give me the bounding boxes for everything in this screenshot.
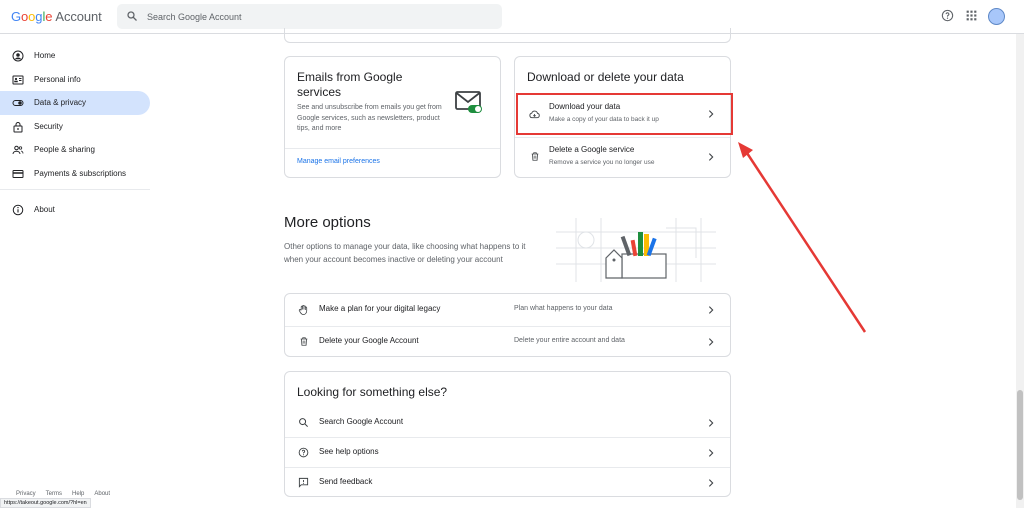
sidebar-item-label: Data & privacy bbox=[34, 98, 87, 108]
chevron-right-icon bbox=[708, 338, 714, 346]
lock-icon bbox=[13, 121, 23, 132]
emails-card: Emails from Google services See and unsu… bbox=[284, 56, 501, 178]
sidebar-divider bbox=[0, 189, 150, 190]
sidebar: Home Personal info Data & privacy Securi… bbox=[0, 44, 155, 222]
help-icon[interactable] bbox=[941, 9, 954, 22]
status-bar-url: https://takeout.google.com/?hl=en bbox=[0, 498, 91, 508]
download-delete-card-title: Download or delete your data bbox=[527, 70, 684, 84]
search-google-account-row[interactable]: Search Google Account bbox=[285, 408, 730, 437]
sidebar-item-label: Security bbox=[34, 121, 63, 131]
card-icon bbox=[12, 169, 24, 178]
avatar[interactable] bbox=[988, 8, 1005, 25]
sidebar-item-personal-info[interactable]: Personal info bbox=[0, 68, 150, 92]
hand-icon bbox=[298, 305, 308, 315]
footer-link-terms[interactable]: Terms bbox=[46, 491, 62, 497]
emails-card-description: See and unsubscribe from emails you get … bbox=[297, 104, 442, 132]
email-envelope-icon bbox=[455, 91, 482, 113]
sidebar-item-payments[interactable]: Payments & subscriptions bbox=[0, 162, 150, 186]
chevron-right-icon bbox=[708, 306, 714, 314]
looking-card-title: Looking for something else? bbox=[297, 385, 448, 399]
trash-icon bbox=[531, 152, 539, 161]
sidebar-item-label: Personal info bbox=[34, 74, 81, 84]
sidebar-item-home[interactable]: Home bbox=[0, 44, 150, 68]
digital-legacy-row[interactable]: Make a plan for your digital legacy Plan… bbox=[285, 294, 730, 325]
more-options-description: Other options to manage your data, like … bbox=[284, 242, 526, 264]
delete-account-title: Delete your Google Account bbox=[319, 336, 419, 345]
help-options-label: See help options bbox=[319, 447, 379, 456]
chevron-right-icon bbox=[708, 419, 714, 427]
search-account-label: Search Google Account bbox=[319, 417, 404, 426]
annotation-highlight-box bbox=[516, 93, 733, 135]
scrollbar-thumb[interactable] bbox=[1017, 390, 1023, 500]
delete-service-title: Delete a Google service bbox=[549, 145, 635, 154]
help-icon bbox=[298, 447, 309, 458]
annotation-arrow bbox=[738, 142, 867, 333]
chevron-right-icon bbox=[708, 479, 714, 487]
looking-for-something-card: Looking for something else? Search Googl… bbox=[284, 371, 731, 497]
more-options-card: Make a plan for your digital legacy Plan… bbox=[284, 293, 731, 357]
sidebar-item-label: People & sharing bbox=[34, 145, 95, 155]
home-icon bbox=[12, 50, 24, 62]
send-feedback-label: Send feedback bbox=[319, 477, 373, 486]
feedback-icon bbox=[298, 477, 309, 488]
chevron-right-icon bbox=[708, 449, 714, 457]
digital-legacy-title: Make a plan for your digital legacy bbox=[319, 304, 441, 313]
footer-link-privacy[interactable]: Privacy bbox=[16, 491, 36, 497]
emails-card-title: Emails from Google services bbox=[297, 70, 403, 99]
sidebar-item-security[interactable]: Security bbox=[0, 115, 150, 139]
page-scrollbar[interactable] bbox=[1016, 34, 1024, 508]
sidebar-item-label: Home bbox=[34, 51, 56, 61]
sidebar-item-people-sharing[interactable]: People & sharing bbox=[0, 138, 150, 162]
search-icon bbox=[127, 11, 137, 21]
info-icon bbox=[12, 204, 24, 216]
emails-card-divider bbox=[285, 148, 500, 149]
previous-card-bottom bbox=[284, 28, 731, 43]
search-icon bbox=[299, 418, 308, 427]
trash-icon bbox=[300, 337, 308, 346]
footer-link-about[interactable]: About bbox=[94, 491, 110, 497]
chevron-right-icon bbox=[708, 153, 714, 161]
search-bar[interactable] bbox=[117, 4, 502, 29]
sidebar-item-about[interactable]: About bbox=[0, 198, 150, 222]
people-icon bbox=[12, 145, 24, 155]
help-options-row[interactable]: See help options bbox=[285, 438, 730, 467]
footer-link-help[interactable]: Help bbox=[72, 491, 84, 497]
delete-account-row[interactable]: Delete your Google Account Delete your e… bbox=[285, 327, 730, 357]
sidebar-footer: Privacy Terms Help About bbox=[16, 491, 110, 497]
google-account-logo[interactable]: Google Account bbox=[11, 9, 102, 24]
delete-service-subtitle: Remove a service you no longer use bbox=[549, 159, 655, 166]
sidebar-item-label: About bbox=[34, 205, 55, 215]
toggle-icon bbox=[12, 100, 24, 106]
delete-google-service-row[interactable]: Delete a Google service Remove a service… bbox=[515, 138, 730, 178]
apps-grid-icon[interactable] bbox=[965, 9, 978, 22]
more-options-title: More options bbox=[284, 214, 371, 231]
sidebar-item-label: Payments & subscriptions bbox=[34, 168, 127, 178]
search-input[interactable] bbox=[147, 8, 487, 25]
manage-email-preferences-link[interactable]: Manage email preferences bbox=[297, 158, 380, 165]
digital-legacy-detail: Plan what happens to your data bbox=[514, 305, 613, 312]
tools-illustration bbox=[556, 218, 716, 282]
sidebar-item-data-privacy[interactable]: Data & privacy bbox=[0, 91, 150, 115]
personal-info-icon bbox=[12, 75, 24, 84]
send-feedback-row[interactable]: Send feedback bbox=[285, 468, 730, 497]
delete-account-detail: Delete your entire account and data bbox=[514, 337, 625, 344]
